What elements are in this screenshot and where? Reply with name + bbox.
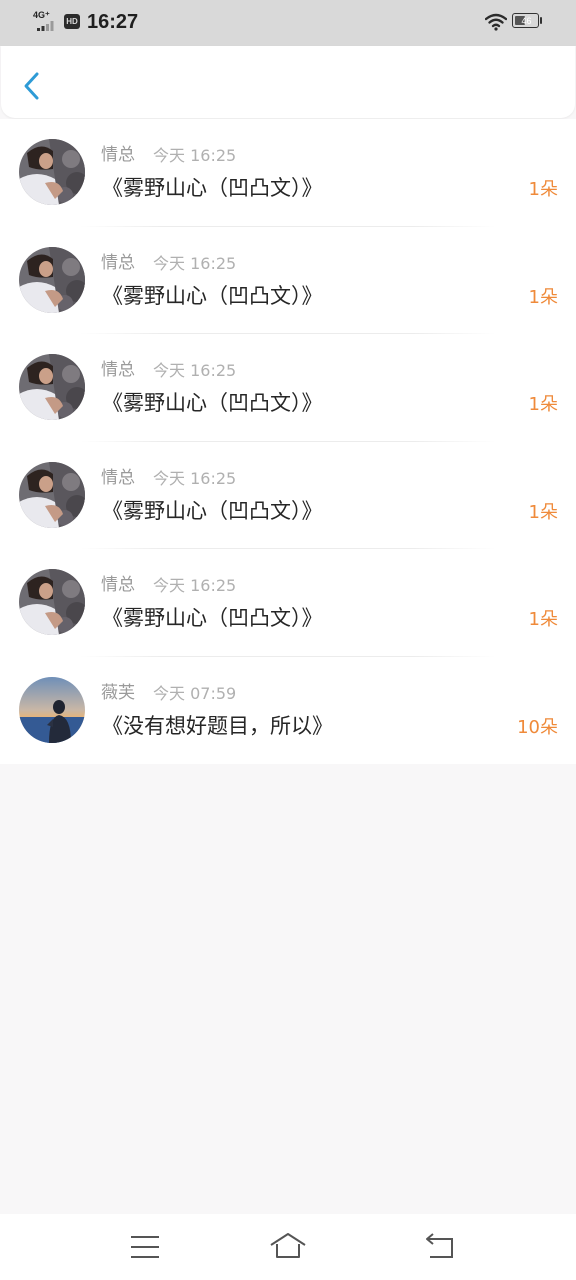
- avatar-girl-rocks[interactable]: [19, 354, 85, 420]
- status-time: 16:27: [87, 11, 139, 33]
- timestamp: 今天 16:25: [153, 146, 237, 165]
- gift-record-list: 情总 今天 16:25 《雾野山心（凹凸文）》 1朵 情总 今天 16:25 《…: [0, 119, 576, 764]
- home-icon: [270, 1233, 306, 1258]
- home-button[interactable]: [268, 1230, 308, 1264]
- battery-icon: 46: [512, 13, 544, 30]
- item-title: 《雾野山心（凹凸文）》: [102, 391, 323, 415]
- network-indicator: 4G⁺: [33, 10, 57, 32]
- list-item[interactable]: 情总 今天 16:25 《雾野山心（凹凸文）》 1朵: [0, 442, 576, 549]
- timestamp: 今天 16:25: [153, 576, 237, 595]
- flower-count: 1朵: [528, 501, 558, 523]
- avatar-girl-rocks[interactable]: [19, 461, 85, 528]
- user-name: 情总: [101, 467, 135, 488]
- list-item[interactable]: 情总 今天 16:25 《雾野山心（凹凸文）》 1朵: [0, 334, 576, 442]
- item-title: 《雾野山心（凹凸文）》: [102, 606, 323, 630]
- user-name: 情总: [101, 145, 135, 165]
- timestamp: 今天 07:59: [153, 683, 237, 703]
- list-item[interactable]: 情总 今天 16:25 《雾野山心（凹凸文）》 1朵: [0, 119, 576, 227]
- battery-tip: [540, 17, 542, 24]
- chevron-left-icon: [24, 72, 39, 100]
- battery-body: 46: [512, 13, 539, 28]
- item-title: 《雾野山心（凹凸文）》: [102, 498, 323, 523]
- flower-count: 1朵: [528, 179, 558, 200]
- flower-count: 1朵: [528, 394, 558, 415]
- header-bar: [1, 46, 575, 118]
- item-title: 《没有想好题目，所以》: [102, 713, 333, 738]
- timestamp: 今天 16:25: [153, 468, 237, 488]
- flower-count: 1朵: [528, 286, 558, 308]
- flower-count: 1朵: [528, 609, 558, 630]
- user-name: 情总: [101, 252, 135, 273]
- menu-button[interactable]: [125, 1230, 165, 1264]
- user-name: 情总: [101, 360, 135, 380]
- avatar-girl-rocks[interactable]: [19, 139, 85, 205]
- back-button[interactable]: [15, 68, 49, 102]
- wifi-icon: [485, 13, 507, 31]
- avatar-sunset-silhouette[interactable]: [19, 676, 85, 743]
- timestamp: 今天 16:25: [153, 361, 237, 380]
- user-name: 情总: [101, 575, 135, 595]
- item-title: 《雾野山心（凹凸文）》: [102, 283, 323, 308]
- avatar-girl-rocks[interactable]: [19, 569, 85, 635]
- item-title: 《雾野山心（凹凸文）》: [102, 176, 323, 200]
- list-item[interactable]: 情总 今天 16:25 《雾野山心（凹凸文）》 1朵: [0, 227, 576, 334]
- hd-icon: HD: [64, 14, 80, 29]
- back-nav-button[interactable]: [420, 1230, 460, 1264]
- signal-icon: [37, 21, 54, 31]
- menu-icon: [131, 1236, 159, 1258]
- back-arrow-icon: [426, 1233, 453, 1258]
- network-label: 4G⁺: [33, 10, 50, 20]
- user-name: 薇芙: [101, 682, 135, 703]
- list-item[interactable]: 情总 今天 16:25 《雾野山心（凹凸文）》 1朵: [0, 549, 576, 657]
- list-item[interactable]: 薇芙 今天 07:59 《没有想好题目，所以》 10朵: [0, 657, 576, 765]
- flower-count: 10朵: [517, 716, 558, 738]
- navigation-bar: [0, 1214, 576, 1280]
- status-bar: 4G⁺ HD 16:27 46: [0, 0, 576, 46]
- avatar-girl-rocks[interactable]: [19, 246, 85, 313]
- timestamp: 今天 16:25: [153, 253, 237, 273]
- battery-level: 46: [521, 16, 532, 26]
